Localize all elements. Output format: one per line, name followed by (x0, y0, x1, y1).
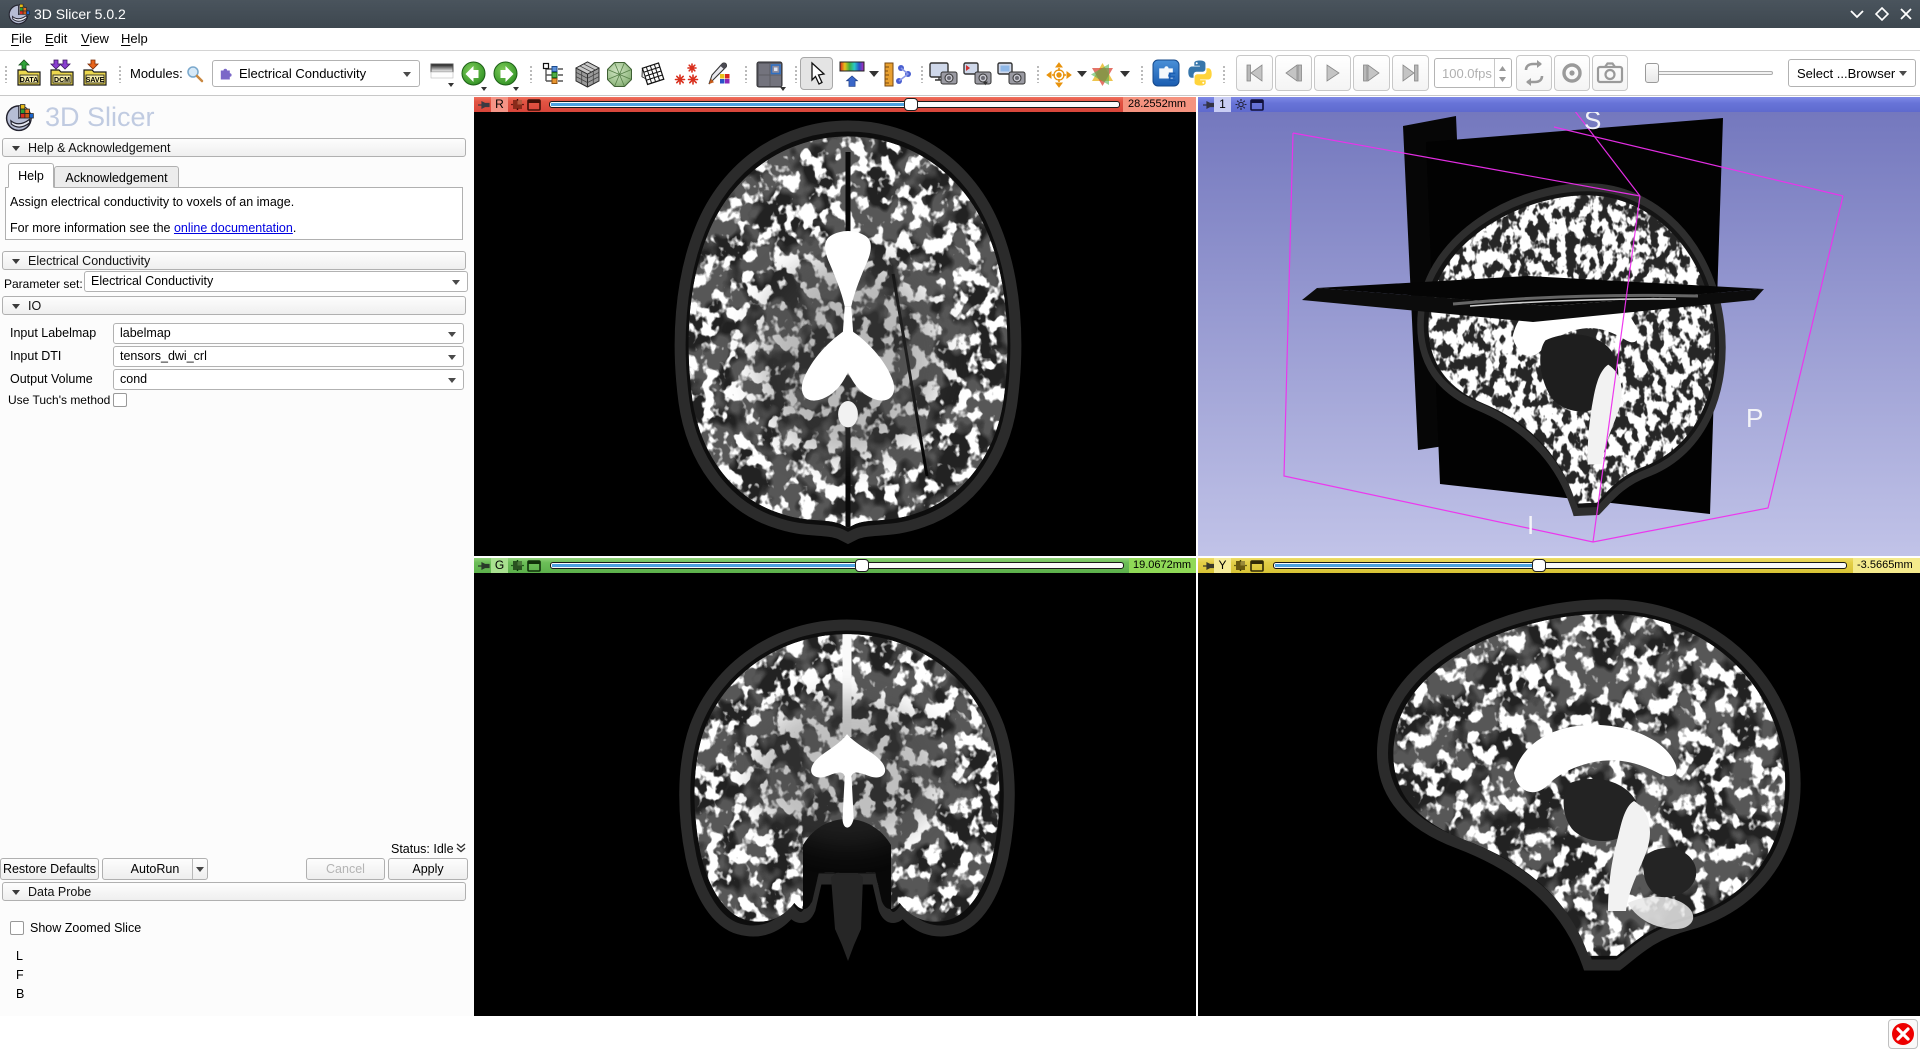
svg-text:S: S (1584, 112, 1601, 135)
svg-text:SAVE: SAVE (86, 77, 105, 84)
svg-text:E: E (1168, 70, 1176, 84)
svg-text:DATA: DATA (20, 77, 38, 84)
svg-text:DCM: DCM (54, 77, 70, 84)
svg-text:P: P (1746, 403, 1763, 433)
svg-text:I: I (1527, 510, 1534, 540)
